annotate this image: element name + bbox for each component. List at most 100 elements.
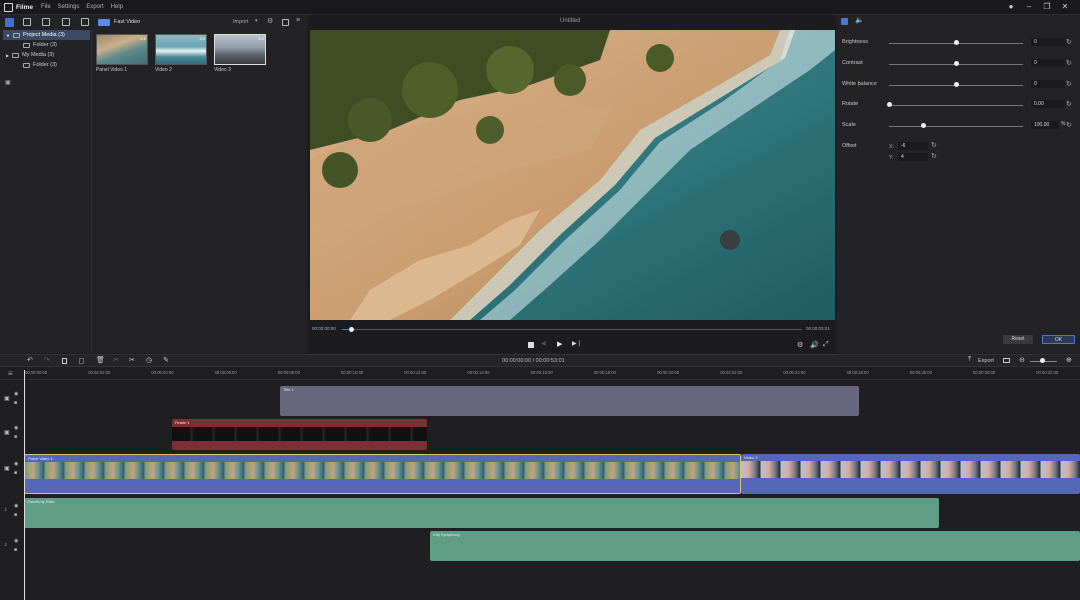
menu-export[interactable]: Export (86, 4, 103, 10)
slider-knob[interactable] (954, 40, 959, 45)
export-button[interactable]: Export (978, 358, 994, 364)
tree-project-media[interactable]: ▼ Project Media (3) (3, 30, 90, 40)
gear-icon[interactable]: ⚙ (267, 17, 273, 25)
ruler-tick-label: 00:00:26:00 (846, 370, 869, 375)
slider-knob[interactable] (954, 61, 959, 66)
split-icon[interactable]: ✂ (129, 356, 135, 364)
slider-track[interactable] (889, 126, 1023, 127)
fast-video-label[interactable]: Fast Video (114, 19, 140, 25)
settings-icon[interactable]: ⚙ (797, 341, 803, 349)
slider-track[interactable] (889, 105, 1023, 106)
value-field[interactable]: 0 (1031, 38, 1065, 46)
slider-knob[interactable] (920, 123, 926, 128)
reset-icon[interactable]: ↻ (1066, 121, 1072, 129)
slider-knob[interactable] (887, 102, 892, 107)
fullscreen-icon[interactable]: ⤢ (823, 341, 829, 349)
audio-tab-icon[interactable]: 🔈 (855, 16, 864, 24)
undo-icon[interactable]: ↶ (27, 356, 33, 364)
slider-label: Brightness (842, 39, 868, 45)
media-thumbnail[interactable]: 5.0 (155, 34, 207, 65)
value-field[interactable]: 0.00 (1031, 100, 1065, 108)
progress-track[interactable] (342, 329, 802, 330)
ok-button[interactable]: OK (1042, 335, 1075, 344)
reset-icon[interactable]: ↻ (931, 141, 937, 149)
reset-icon[interactable]: ↻ (931, 152, 937, 160)
eye-icon[interactable]: ◉ (14, 461, 18, 467)
copy-icon[interactable] (62, 358, 67, 364)
tree-my-media[interactable]: ▶ My Media (3) (3, 50, 90, 60)
audio-clip[interactable]: City Symphony (430, 531, 1080, 561)
volume-icon[interactable]: 🔊 (810, 341, 819, 349)
media-thumbnail[interactable]: 5.0 (214, 34, 266, 65)
eye-icon[interactable]: ◉ (14, 503, 18, 509)
tracks-menu-icon[interactable]: ≡ (8, 369, 13, 378)
close-icon[interactable]: ✕ (1056, 2, 1074, 11)
speed-icon[interactable]: ◷ (146, 356, 152, 364)
value-field[interactable]: 0 (1031, 59, 1065, 67)
zoom-out-icon[interactable]: ⊖ (1019, 356, 1025, 364)
transitions-icon[interactable] (42, 18, 50, 26)
tree-folder[interactable]: Folder (3) (3, 40, 90, 50)
slider-knob[interactable] (954, 82, 959, 87)
zoom-in-icon[interactable]: ⊕ (1066, 356, 1072, 364)
lock-icon[interactable]: ■ (14, 470, 17, 476)
previous-frame-icon[interactable]: ◀ (541, 340, 546, 347)
reset-button[interactable]: Reset (1003, 335, 1033, 344)
reset-icon[interactable]: ↻ (1066, 59, 1072, 67)
eye-icon[interactable]: ◉ (14, 425, 18, 431)
lock-icon[interactable]: ■ (14, 434, 17, 440)
reset-icon[interactable]: ↻ (1066, 100, 1072, 108)
effect-clip[interactable]: Finale 1 (172, 419, 427, 450)
offset-y-field[interactable]: 4 (898, 153, 928, 161)
video-tab-icon[interactable] (841, 18, 848, 25)
text-icon[interactable] (62, 18, 70, 26)
pen-icon[interactable]: ✎ (163, 356, 169, 364)
lock-icon[interactable]: ■ (14, 400, 17, 406)
chevron-down-icon[interactable]: ▾ (255, 18, 258, 24)
redo-icon[interactable]: ↷ (44, 356, 50, 364)
import-button[interactable]: Import (233, 19, 249, 25)
maximize-icon[interactable]: ❐ (1038, 2, 1056, 11)
value-field[interactable]: 0 (1031, 80, 1065, 88)
audio-clip[interactable]: Clouds by Rain (24, 498, 939, 528)
reset-icon[interactable]: ↻ (1066, 80, 1072, 88)
menu-file[interactable]: File (41, 4, 51, 10)
media-thumbnail[interactable]: 5.0 (96, 34, 148, 65)
crop-icon[interactable]: ✂ (113, 356, 119, 364)
aspect-icon[interactable] (1003, 358, 1010, 363)
delete-icon[interactable]: 🗑 (96, 356, 105, 364)
account-icon[interactable]: ● (1002, 2, 1020, 11)
menu-settings[interactable]: Settings (58, 4, 80, 10)
zoom-knob[interactable] (1040, 358, 1045, 363)
timeline-ruler[interactable]: ≡ 00:00:00:00 00:00:02:00 00:00:04:00 00:00… (0, 368, 1080, 380)
minimize-icon[interactable]: – (1020, 2, 1038, 11)
filter-icon[interactable] (81, 18, 89, 26)
track-controls: ▣ ◉ ■ (0, 460, 24, 490)
title-clip[interactable]: Title 1 (280, 386, 859, 416)
paste-icon[interactable] (79, 358, 84, 364)
playhead-knob[interactable] (349, 327, 355, 332)
video-clip[interactable]: Video 3 (741, 454, 1080, 494)
grid-view-icon[interactable] (282, 19, 289, 26)
timeline-playhead[interactable] (24, 370, 25, 600)
tree-folder[interactable]: Folder (3) (3, 60, 90, 70)
preview-progress[interactable]: 00:00:00:00 00:00:03:01 (312, 325, 833, 333)
eye-icon[interactable]: ◉ (14, 538, 18, 544)
video-clip[interactable]: Panel Video 1 (24, 454, 741, 494)
reset-icon[interactable]: ↻ (1066, 38, 1072, 46)
offset-x-field[interactable]: -6 (898, 142, 928, 150)
next-frame-icon[interactable]: ▶❘ (572, 340, 582, 347)
thumb-duration: 5.0 (258, 36, 264, 41)
media-tab-icon[interactable] (5, 18, 14, 27)
effects-icon[interactable] (23, 18, 31, 26)
add-folder-icon[interactable]: ▣ (5, 79, 11, 86)
stop-icon[interactable] (528, 342, 534, 348)
eye-icon[interactable]: ◉ (14, 391, 18, 397)
export-icon[interactable]: ⤒ (968, 356, 971, 364)
menu-help[interactable]: Help (111, 4, 123, 10)
lock-icon[interactable]: ■ (14, 547, 17, 553)
value-field[interactable]: 100.00 (1031, 121, 1059, 129)
lock-icon[interactable]: ■ (14, 512, 17, 518)
list-view-icon[interactable]: ≡ (296, 17, 300, 24)
play-icon[interactable]: ▶ (557, 340, 562, 348)
